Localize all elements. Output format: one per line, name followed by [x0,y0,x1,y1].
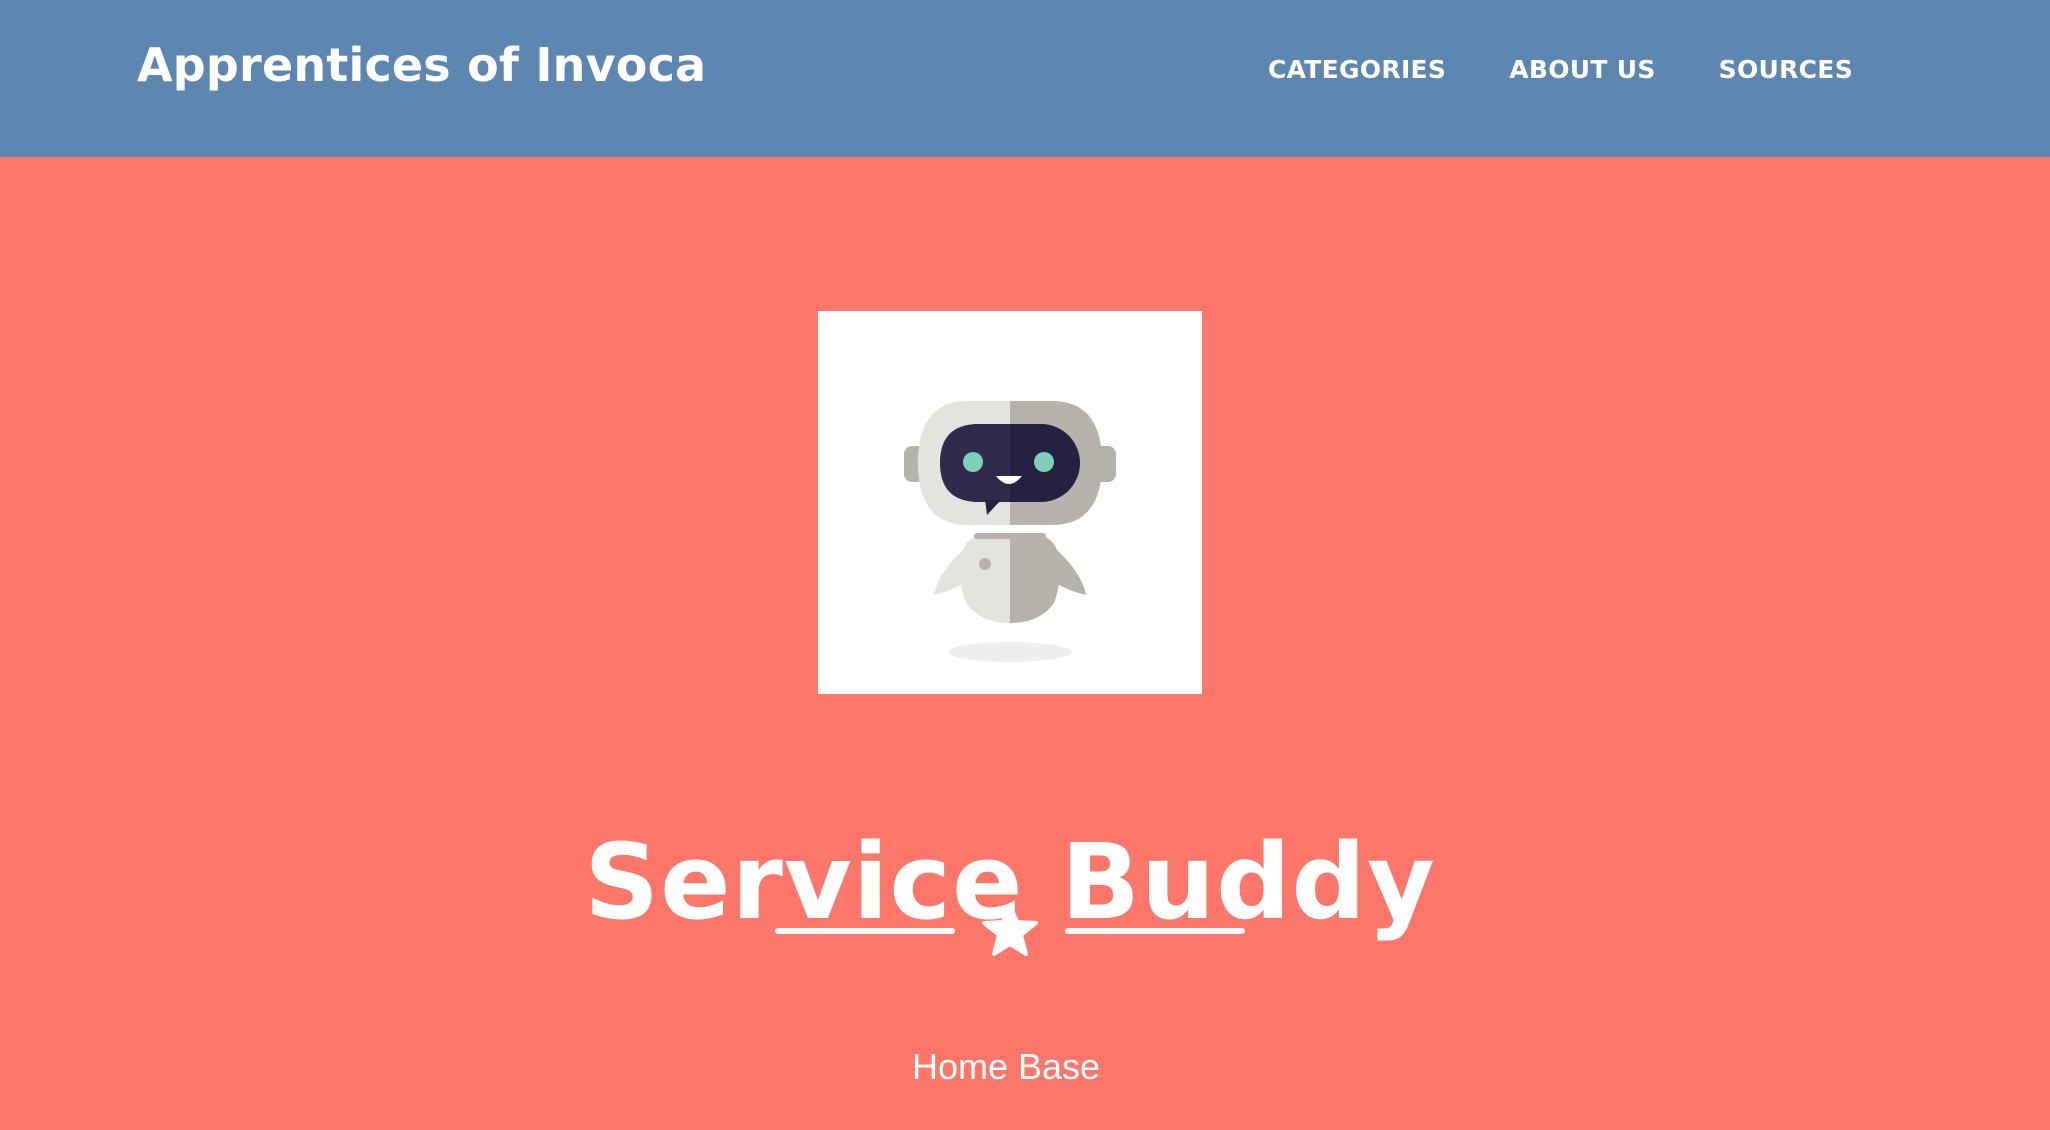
nav-link-sources[interactable]: SOURCES [1719,55,1853,84]
divider-line-left [775,928,955,934]
brand-link[interactable]: Apprentices of Invoca [137,38,706,92]
divider-line-right [1065,928,1245,934]
nav-links: CATEGORIES ABOUT US SOURCES [1268,55,1853,84]
star-divider [775,900,1245,960]
star-icon [982,903,1038,956]
robot-icon [904,401,1116,662]
avatar-image [818,311,1202,694]
page-subtitle: Home Base [911,1046,1101,1087]
navbar: Apprentices of Invoca CATEGORIES ABOUT U… [0,0,2050,157]
nav-link-categories[interactable]: CATEGORIES [1268,55,1446,84]
nav-link-about-us[interactable]: ABOUT US [1509,55,1655,84]
